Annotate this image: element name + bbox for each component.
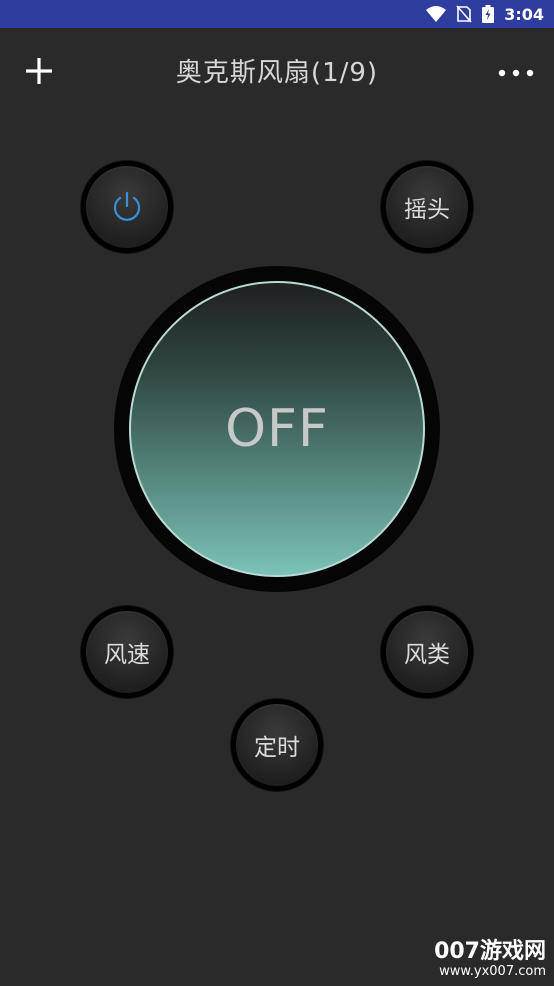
status-icons: 3:04 <box>426 3 544 25</box>
watermark: 007游戏网 www.yx007.com <box>434 940 546 980</box>
mode-label: 风类 <box>386 611 468 693</box>
power-button[interactable] <box>81 161 173 253</box>
app-header: 奥克斯风扇(1/9) <box>0 28 554 116</box>
main-power-dial[interactable]: OFF <box>114 266 440 592</box>
battery-icon <box>482 5 495 23</box>
no-sim-icon <box>456 5 472 23</box>
page-title: 奥克斯风扇(1/9) <box>175 58 379 88</box>
more-dots-icon[interactable] <box>496 62 536 84</box>
swing-label: 摇头 <box>386 166 468 248</box>
power-button-face <box>86 166 168 248</box>
timer-label: 定时 <box>236 704 318 786</box>
power-icon <box>113 191 141 221</box>
status-bar: 3:04 <box>0 0 554 28</box>
speed-label: 风速 <box>86 611 168 693</box>
watermark-brand: 007游戏网 <box>434 939 546 964</box>
watermark-url: www.yx007.com <box>439 964 546 979</box>
mode-button[interactable]: 风类 <box>381 606 473 698</box>
main-state-label: OFF <box>129 281 425 577</box>
swing-button[interactable]: 摇头 <box>381 161 473 253</box>
timer-button[interactable]: 定时 <box>231 699 323 791</box>
wifi-icon <box>426 6 447 22</box>
status-time: 3:04 <box>504 4 544 24</box>
speed-button[interactable]: 风速 <box>81 606 173 698</box>
